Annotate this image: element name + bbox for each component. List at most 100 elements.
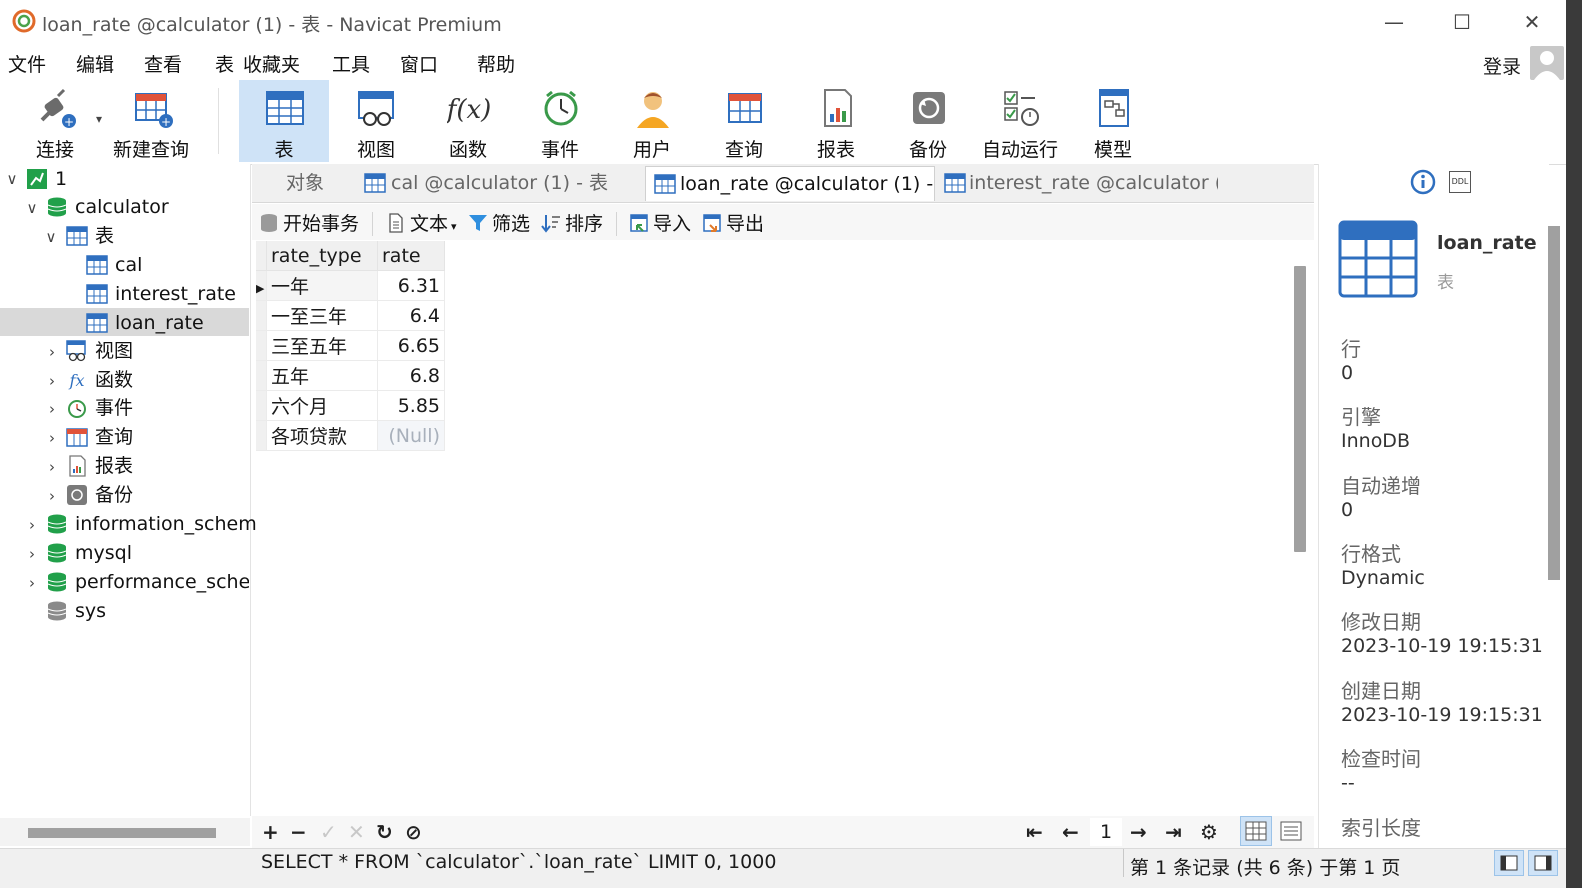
- cell-rate-type[interactable]: 一至三年: [266, 300, 378, 331]
- tree-group-views[interactable]: 视图: [95, 337, 133, 365]
- tool-report[interactable]: 报表: [791, 80, 881, 162]
- apply-changes-button[interactable]: ✓: [320, 820, 337, 844]
- ddl-tab-button[interactable]: DDL: [1449, 171, 1471, 193]
- tab-interest-rate[interactable]: interest_rate @calculator (1...: [936, 166, 1218, 200]
- tool-table[interactable]: 表: [239, 80, 329, 162]
- table-row[interactable]: 六个月 5.85: [256, 390, 445, 421]
- tree-db-mysql[interactable]: mysql: [75, 539, 132, 567]
- tree-db-performance-schema[interactable]: performance_schema: [75, 568, 249, 596]
- import-button[interactable]: 导入: [629, 210, 691, 238]
- menu-table[interactable]: 表: [215, 50, 234, 77]
- close-button[interactable]: ✕: [1510, 6, 1554, 38]
- tree-tables-group[interactable]: 表: [95, 222, 114, 250]
- maximize-button[interactable]: ☐: [1440, 6, 1484, 38]
- tab-cal[interactable]: cal @calculator (1) - 表: [356, 166, 642, 200]
- tree-db-information-schema[interactable]: information_schema: [75, 510, 268, 538]
- discard-changes-button[interactable]: ✕: [348, 820, 365, 844]
- info-panel-scrollbar[interactable]: [1548, 226, 1560, 580]
- table-row[interactable]: ▶ 一年 6.31: [256, 270, 445, 301]
- next-page-icon[interactable]: →: [1130, 820, 1147, 844]
- connect-button[interactable]: + 连接: [10, 80, 100, 162]
- first-page-icon[interactable]: ⇤: [1026, 820, 1043, 844]
- chevron-down-icon[interactable]: ∨: [25, 201, 39, 216]
- menu-favorites[interactable]: 收藏夹: [243, 50, 300, 77]
- table-row[interactable]: 五年 6.8: [256, 360, 445, 391]
- chevron-right-icon[interactable]: ›: [45, 345, 59, 360]
- menu-tools[interactable]: 工具: [332, 50, 370, 77]
- cell-rate-type[interactable]: 六个月: [266, 390, 378, 421]
- tool-user[interactable]: 用户: [607, 80, 697, 162]
- gear-icon[interactable]: ⚙: [1200, 820, 1218, 844]
- export-button[interactable]: 导出: [702, 210, 764, 238]
- text-view-button[interactable]: 文本 ▾: [386, 210, 457, 238]
- chevron-right-icon[interactable]: ›: [25, 576, 39, 591]
- cell-rate[interactable]: 6.4: [377, 300, 445, 331]
- stop-button[interactable]: ⊘: [405, 820, 422, 844]
- tool-query[interactable]: 查询: [699, 80, 789, 162]
- menu-view[interactable]: 查看: [144, 50, 182, 77]
- cell-rate-type[interactable]: 三至五年: [266, 330, 378, 361]
- begin-transaction-button[interactable]: 开始事务: [259, 210, 359, 238]
- tree-scroll-thumb[interactable]: [28, 828, 216, 838]
- menu-help[interactable]: 帮助: [477, 50, 515, 77]
- connect-dropdown-icon[interactable]: ▾: [96, 112, 102, 126]
- tool-function[interactable]: f(x) 函数: [423, 80, 513, 162]
- toggle-left-panel-button[interactable]: [1494, 850, 1524, 876]
- sort-button[interactable]: 排序: [541, 210, 603, 238]
- tree-group-queries[interactable]: 查询: [95, 423, 133, 451]
- chevron-right-icon[interactable]: ›: [45, 402, 59, 417]
- chevron-down-icon[interactable]: ∨: [5, 172, 19, 187]
- tool-view[interactable]: 视图: [331, 80, 421, 162]
- previous-page-icon[interactable]: ←: [1062, 820, 1079, 844]
- tab-loan-rate[interactable]: loan_rate @calculator (1) - 表: [645, 166, 935, 201]
- cell-rate[interactable]: 5.85: [377, 390, 445, 421]
- menu-edit[interactable]: 编辑: [76, 50, 114, 77]
- tree-connection[interactable]: 1: [55, 165, 67, 193]
- tab-objects[interactable]: 对象: [256, 166, 354, 200]
- tool-backup[interactable]: 备份: [883, 80, 973, 162]
- menu-window[interactable]: 窗口: [400, 50, 438, 77]
- grid-vertical-scrollbar[interactable]: [1294, 266, 1306, 552]
- table-row[interactable]: 三至五年 6.65: [256, 330, 445, 361]
- chevron-right-icon[interactable]: ›: [25, 547, 39, 562]
- chevron-right-icon[interactable]: ›: [45, 489, 59, 504]
- tree-group-reports[interactable]: 报表: [95, 452, 133, 480]
- chevron-right-icon[interactable]: ›: [45, 431, 59, 446]
- cell-rate-type[interactable]: 各项贷款: [266, 420, 378, 451]
- avatar[interactable]: [1530, 46, 1564, 80]
- column-header-rate[interactable]: rate: [377, 241, 445, 271]
- add-record-button[interactable]: +: [262, 820, 279, 844]
- refresh-button[interactable]: ↻: [376, 820, 393, 844]
- cell-rate[interactable]: 6.31: [377, 270, 445, 301]
- cell-rate-type[interactable]: 五年: [266, 360, 378, 391]
- chevron-down-icon[interactable]: ∨: [44, 230, 58, 245]
- table-row[interactable]: 一至三年 6.4: [256, 300, 445, 331]
- tool-event[interactable]: 事件: [515, 80, 605, 162]
- cell-rate[interactable]: 6.65: [377, 330, 445, 361]
- delete-record-button[interactable]: −: [290, 820, 307, 844]
- tool-automation[interactable]: 自动运行: [975, 80, 1065, 162]
- column-header-rate-type[interactable]: rate_type: [266, 241, 378, 271]
- tree-table-loan-rate[interactable]: loan_rate: [115, 309, 204, 337]
- chevron-right-icon[interactable]: ›: [45, 460, 59, 475]
- minimize-button[interactable]: —: [1372, 6, 1416, 38]
- toggle-right-panel-button[interactable]: [1528, 850, 1558, 876]
- cell-rate[interactable]: (Null): [377, 420, 445, 451]
- tree-group-events[interactable]: 事件: [95, 394, 133, 422]
- form-view-button[interactable]: [1276, 816, 1306, 846]
- cell-rate[interactable]: 6.8: [377, 360, 445, 391]
- menu-file[interactable]: 文件: [8, 50, 46, 77]
- filter-button[interactable]: 筛选: [468, 210, 530, 238]
- tree-table-cal[interactable]: cal: [115, 251, 142, 279]
- tree-group-backups[interactable]: 备份: [95, 481, 133, 509]
- tree-table-interest-rate[interactable]: interest_rate: [115, 280, 236, 308]
- login-link[interactable]: 登录: [1483, 52, 1521, 79]
- table-row[interactable]: 各项贷款 (Null): [256, 420, 445, 451]
- chevron-right-icon[interactable]: ›: [45, 374, 59, 389]
- page-number-input[interactable]: 1: [1090, 818, 1122, 846]
- tree-db-sys[interactable]: sys: [75, 597, 106, 625]
- last-page-icon[interactable]: ⇥: [1165, 820, 1182, 844]
- tree-db-calculator[interactable]: calculator: [75, 193, 169, 221]
- new-query-button[interactable]: + 新建查询: [106, 80, 196, 162]
- grid-view-button[interactable]: [1240, 816, 1272, 846]
